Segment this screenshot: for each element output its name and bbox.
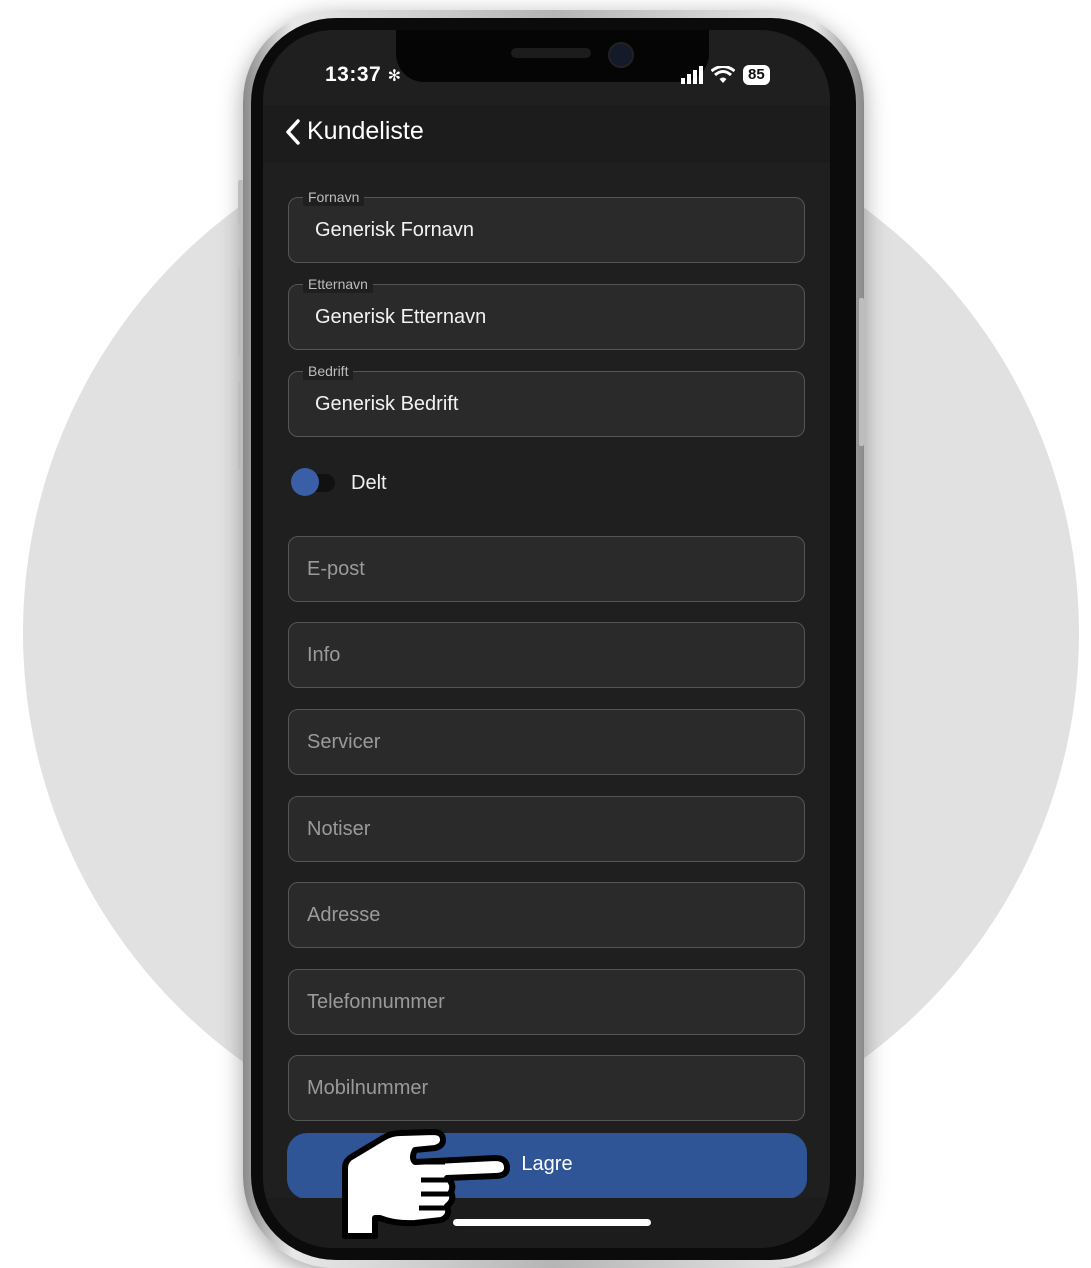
- info-field[interactable]: Info: [288, 622, 805, 688]
- nav-header: Kundeliste: [263, 105, 830, 163]
- notes-placeholder: Notiser: [307, 818, 371, 840]
- address-field[interactable]: Adresse: [288, 882, 805, 948]
- status-time: 13:37 ✻: [325, 63, 401, 87]
- mobile-placeholder: Mobilnummer: [307, 1077, 429, 1099]
- company-field[interactable]: Bedrift Generisk Bedrift: [288, 362, 805, 437]
- address-placeholder: Adresse: [307, 904, 381, 926]
- notch: [396, 30, 709, 82]
- services-placeholder: Servicer: [307, 731, 381, 753]
- mute-switch: [238, 180, 243, 224]
- wifi-icon: [711, 66, 735, 83]
- phone-field[interactable]: Telefonnummer: [288, 969, 805, 1035]
- gear-icon: ✻: [387, 68, 402, 85]
- chevron-left-icon: [286, 118, 300, 145]
- info-placeholder: Info: [307, 644, 341, 666]
- first-name-label: Fornavn: [303, 188, 365, 206]
- first-name-value: Generisk Fornavn: [315, 219, 474, 241]
- services-field[interactable]: Servicer: [288, 709, 805, 775]
- camera: [608, 42, 634, 68]
- company-value: Generisk Bedrift: [315, 393, 459, 415]
- back-label: Kundeliste: [307, 117, 424, 145]
- clock: 13:37: [325, 63, 382, 86]
- last-name-label: Etternavn: [303, 275, 373, 293]
- signal-icon: [681, 66, 703, 84]
- first-name-field[interactable]: Fornavn Generisk Fornavn: [288, 188, 805, 263]
- email-placeholder: E-post: [307, 558, 365, 580]
- notes-field[interactable]: Notiser: [288, 796, 805, 862]
- battery-icon: 85: [743, 65, 770, 85]
- back-button[interactable]: Kundeliste: [285, 117, 424, 146]
- pointing-hand-icon: [342, 1129, 510, 1239]
- last-name-field[interactable]: Etternavn Generisk Etternavn: [288, 275, 805, 350]
- volume-down-button: [238, 382, 243, 470]
- power-button: [859, 298, 864, 446]
- mobile-field[interactable]: Mobilnummer: [288, 1055, 805, 1121]
- last-name-value: Generisk Etternavn: [315, 306, 487, 328]
- toggle-knob: [291, 468, 319, 496]
- speaker: [511, 48, 591, 58]
- company-label: Bedrift: [303, 362, 354, 380]
- shared-toggle-label: Delt: [351, 472, 387, 494]
- shared-toggle[interactable]: [291, 468, 337, 498]
- status-icons: 85: [681, 63, 770, 87]
- volume-up-button: [238, 268, 243, 356]
- email-field[interactable]: E-post: [288, 536, 805, 602]
- phone-screen: 13:37 ✻ 85 Kundeliste Fornavn Generisk F…: [263, 30, 830, 1248]
- phone-placeholder: Telefonnummer: [307, 991, 445, 1013]
